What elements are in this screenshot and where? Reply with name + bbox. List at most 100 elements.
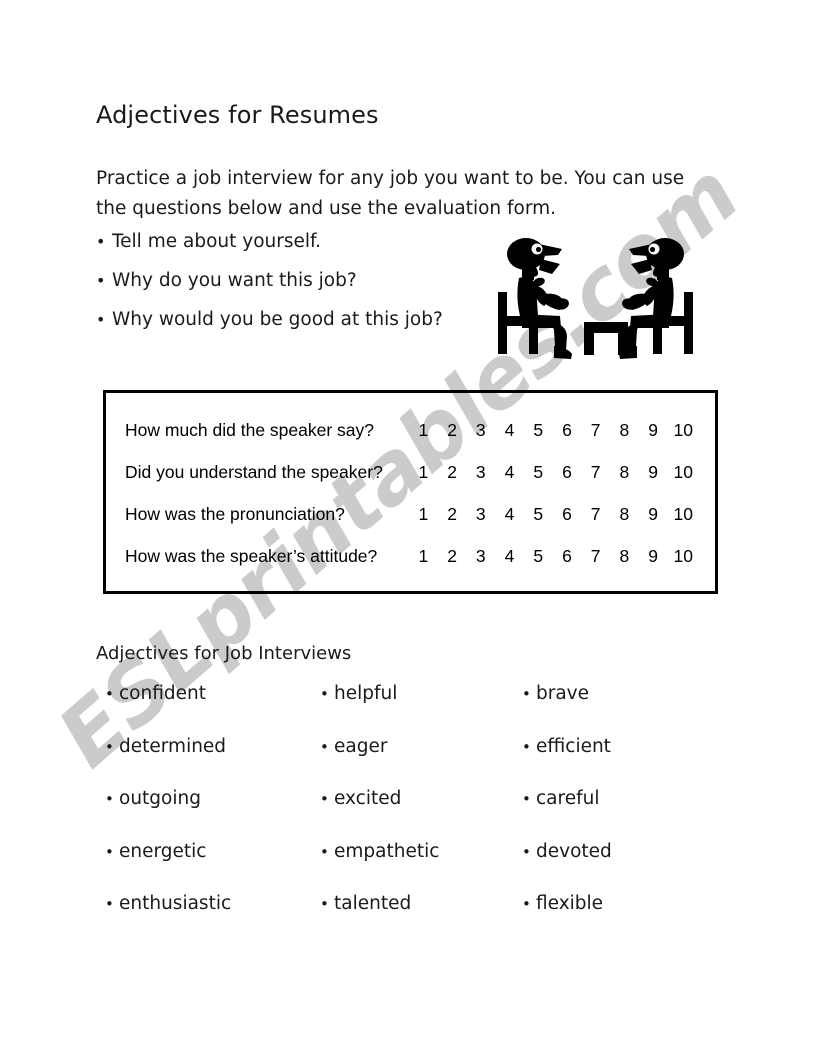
interview-illustration-svg [498, 238, 693, 359]
worksheet-page: ESLprintables.com Adjectives for Resumes… [0, 0, 821, 1062]
list-item: • enthusiastic [105, 893, 231, 915]
rating-option[interactable]: 2 [438, 546, 467, 567]
list-item: • empathetic [320, 841, 439, 863]
rating-option[interactable]: 3 [466, 420, 495, 441]
rating-scale[interactable]: 1 2 3 4 5 6 7 8 9 10 [409, 420, 699, 441]
bullet-glyph: • [522, 685, 531, 703]
list-item: • brave [522, 683, 589, 705]
bullet-glyph: • [522, 737, 531, 756]
adjective-label: determined [119, 735, 227, 757]
bullet-glyph: • [105, 790, 114, 808]
rating-option[interactable]: 1 [409, 420, 438, 441]
bullet-glyph: • [522, 895, 531, 913]
adjective-label: flexible [536, 893, 604, 914]
list-item: • Why would you be good at this job? [96, 310, 516, 349]
rating-option[interactable]: 3 [466, 546, 495, 567]
rating-option[interactable]: 2 [438, 504, 467, 525]
adjective-label: enthusiastic [119, 893, 232, 914]
rating-option[interactable]: 8 [610, 504, 639, 525]
rating-option[interactable]: 7 [581, 504, 610, 525]
rating-option[interactable]: 5 [524, 420, 553, 441]
worksheet-content: Adjectives for Resumes Practice a job in… [0, 0, 821, 1062]
rating-option[interactable]: 5 [524, 504, 553, 525]
rating-option[interactable]: 9 [639, 504, 668, 525]
rating-option[interactable]: 2 [438, 462, 467, 483]
adjectives-section-heading: Adjectives for Job Interviews [96, 643, 352, 664]
rating-option[interactable]: 1 [409, 504, 438, 525]
interview-questions-list: • Tell me about yourself. • Why do you wan… [96, 232, 516, 349]
adjectives-row: • enthusiastic • talented • flexible [96, 893, 716, 946]
rating-option[interactable]: 8 [610, 462, 639, 483]
evaluation-form-rows: How much did the speaker say? 1 2 3 4 5 … [103, 390, 718, 594]
adjective-label: eager [334, 735, 388, 757]
rating-option[interactable]: 8 [610, 420, 639, 441]
rating-option[interactable]: 10 [667, 420, 699, 441]
evaluation-question: How was the speaker’s attitude? [125, 546, 378, 566]
adjective-label: brave [536, 683, 590, 704]
rating-option[interactable]: 1 [409, 462, 438, 483]
rating-option[interactable]: 2 [438, 420, 467, 441]
rating-option[interactable]: 6 [553, 462, 582, 483]
list-item: • eager [320, 736, 387, 758]
rating-option[interactable]: 6 [553, 420, 582, 441]
rating-option[interactable]: 6 [553, 546, 582, 567]
adjective-label: helpful [334, 683, 398, 704]
list-item: • Tell me about yourself. [96, 232, 516, 271]
bullet-glyph: • [522, 790, 531, 808]
list-item: • talented [320, 893, 411, 915]
bullet-glyph: • [105, 895, 114, 913]
bullet-glyph: • [522, 842, 531, 861]
table-row: How was the pronunciation? 1 2 3 4 5 6 7… [103, 504, 718, 532]
list-item: • careful [522, 788, 599, 810]
evaluation-question: Did you understand the speaker? [125, 462, 383, 482]
bullet-glyph: • [96, 232, 106, 251]
rating-option[interactable]: 4 [495, 546, 524, 567]
rating-option[interactable]: 1 [409, 546, 438, 567]
rating-option[interactable]: 4 [495, 462, 524, 483]
adjective-label: energetic [119, 840, 207, 862]
rating-scale[interactable]: 1 2 3 4 5 6 7 8 9 10 [409, 546, 699, 567]
rating-option[interactable]: 7 [581, 462, 610, 483]
adjective-label: confident [119, 683, 206, 704]
question-text: Why do you want this job? [112, 270, 357, 291]
adjectives-row: • confident • helpful • brave [96, 683, 716, 736]
rating-option[interactable]: 9 [639, 546, 668, 567]
adjectives-row: • energetic • empathetic • devoted [96, 841, 716, 894]
bullet-glyph: • [320, 685, 329, 703]
rating-option[interactable]: 4 [495, 504, 524, 525]
adjective-label: talented [334, 893, 412, 914]
rating-option[interactable]: 10 [667, 546, 699, 567]
adjectives-grid: • confident • helpful • brave • determined •… [96, 683, 716, 946]
rating-option[interactable]: 5 [524, 462, 553, 483]
job-interview-clipart [488, 232, 703, 364]
list-item: • excited [320, 788, 401, 810]
bullet-glyph: • [96, 271, 106, 290]
rating-option[interactable]: 3 [466, 504, 495, 525]
table-row: Did you understand the speaker? 1 2 3 4 … [103, 462, 718, 490]
rating-scale[interactable]: 1 2 3 4 5 6 7 8 9 10 [409, 462, 699, 483]
list-item: • flexible [522, 893, 603, 915]
rating-scale[interactable]: 1 2 3 4 5 6 7 8 9 10 [409, 504, 699, 525]
rating-option[interactable]: 7 [581, 546, 610, 567]
adjectives-row: • outgoing • excited • careful [96, 788, 716, 841]
rating-option[interactable]: 5 [524, 546, 553, 567]
rating-option[interactable]: 9 [639, 462, 668, 483]
rating-option[interactable]: 4 [495, 420, 524, 441]
adjective-label: efficient [536, 735, 611, 757]
list-item: • Why do you want this job? [96, 271, 516, 310]
rating-option[interactable]: 10 [667, 462, 699, 483]
bullet-glyph: • [320, 790, 329, 808]
bullet-glyph: • [105, 737, 114, 756]
question-text: Tell me about yourself. [112, 231, 322, 252]
list-item: • efficient [522, 736, 611, 758]
rating-option[interactable]: 8 [610, 546, 639, 567]
adjective-label: excited [334, 788, 402, 809]
evaluation-question: How much did the speaker say? [125, 420, 375, 440]
rating-option[interactable]: 3 [466, 462, 495, 483]
rating-option[interactable]: 6 [553, 504, 582, 525]
list-item: • helpful [320, 683, 397, 705]
adjective-label: devoted [536, 840, 612, 862]
rating-option[interactable]: 10 [667, 504, 699, 525]
rating-option[interactable]: 9 [639, 420, 668, 441]
rating-option[interactable]: 7 [581, 420, 610, 441]
